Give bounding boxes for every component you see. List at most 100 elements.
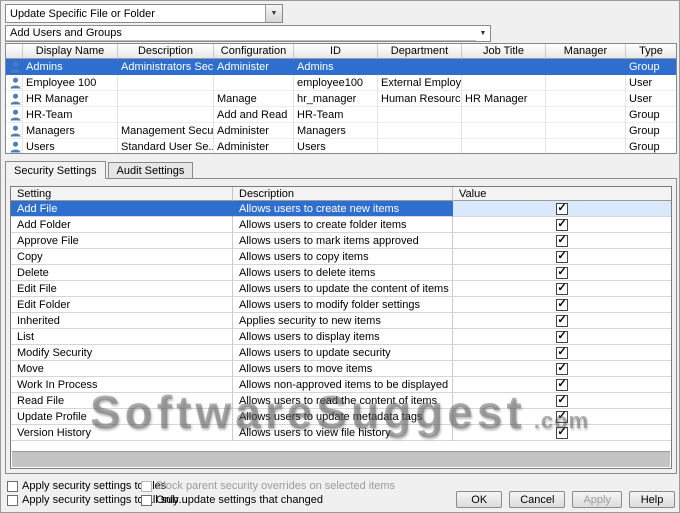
column-header-setting[interactable]: Setting — [11, 187, 233, 201]
cell-job-title — [462, 59, 546, 75]
user-row[interactable]: Employee 100 employee100 External Employ… — [6, 75, 676, 91]
cell-id: employee100 — [294, 75, 378, 91]
user-row[interactable]: Managers Management Secu... Administer M… — [6, 123, 676, 139]
cell-description: Allows users to modify folder settings — [233, 297, 453, 313]
cell-description: Allows users to update the content of it… — [233, 281, 453, 297]
cell-description: Applies security to new items — [233, 313, 453, 329]
tab-security-settings[interactable]: Security Settings — [5, 161, 106, 179]
setting-row[interactable]: Add File Allows users to create new item… — [11, 201, 671, 217]
checkbox-box — [7, 480, 18, 492]
value-checkbox[interactable] — [556, 362, 568, 375]
cell-setting: Copy — [11, 249, 233, 265]
cell-display-name: Managers — [23, 123, 118, 139]
value-checkbox[interactable] — [556, 410, 568, 423]
value-checkbox[interactable] — [556, 394, 568, 407]
cell-setting: Update Profile — [11, 409, 233, 425]
value-checkbox[interactable] — [556, 266, 568, 279]
cell-description: Allows users to update metadata tags — [233, 409, 453, 425]
value-checkbox[interactable] — [556, 346, 568, 359]
cell-setting: Work In Process — [11, 377, 233, 393]
only-update-changed-settings-checkbox[interactable]: Only update settings that changed — [141, 494, 323, 506]
ok-button[interactable]: OK — [456, 491, 503, 508]
setting-row[interactable]: Update Profile Allows users to update me… — [11, 409, 671, 425]
value-checkbox[interactable] — [556, 202, 568, 215]
setting-row[interactable]: Copy Allows users to copy items — [11, 249, 671, 265]
column-header-type[interactable]: Type — [626, 44, 676, 59]
column-header-configuration[interactable]: Configuration — [214, 44, 294, 59]
column-header-description[interactable]: Description — [233, 187, 453, 201]
cell-job-title: HR Manager — [462, 91, 546, 107]
setting-row[interactable]: Modify Security Allows users to update s… — [11, 345, 671, 361]
value-checkbox[interactable] — [556, 218, 568, 231]
chevron-down-icon[interactable]: ▼ — [476, 30, 490, 37]
cell-value — [453, 297, 671, 313]
help-button[interactable]: Help — [629, 491, 675, 508]
tab-audit-settings[interactable]: Audit Settings — [107, 162, 194, 178]
setting-row[interactable]: Version History Allows users to view fil… — [11, 425, 671, 441]
apply-button: Apply — [572, 491, 622, 508]
setting-row[interactable]: Read File Allows users to read the conte… — [11, 393, 671, 409]
chevron-down-icon[interactable]: ▼ — [265, 5, 282, 22]
cell-value — [453, 345, 671, 361]
cell-department: External Employee — [378, 75, 462, 91]
security-settings-panel: Setting Description Value Add File Allow… — [5, 178, 677, 474]
cell-manager — [546, 139, 626, 153]
column-header-manager[interactable]: Manager — [546, 44, 626, 59]
setting-row[interactable]: Work In Process Allows non-approved item… — [11, 377, 671, 393]
user-group-icon — [6, 107, 23, 123]
cell-setting: Delete — [11, 265, 233, 281]
column-header-job-title[interactable]: Job Title — [462, 44, 546, 59]
setting-row[interactable]: Edit Folder Allows users to modify folde… — [11, 297, 671, 313]
cell-description: Allows users to view file history — [233, 425, 453, 441]
setting-row[interactable]: Move Allows users to move items — [11, 361, 671, 377]
setting-row[interactable]: Approve File Allows users to mark items … — [11, 233, 671, 249]
user-group-icon — [6, 75, 23, 91]
cell-job-title — [462, 123, 546, 139]
user-row[interactable]: Admins Administrators Sec... Administer … — [6, 59, 676, 75]
footer: Apply security settings to files Block p… — [1, 477, 679, 512]
setting-row[interactable]: Inherited Applies security to new items — [11, 313, 671, 329]
setting-row[interactable]: Delete Allows users to delete items — [11, 265, 671, 281]
cell-value — [453, 265, 671, 281]
setting-row[interactable]: Add Folder Allows users to create folder… — [11, 217, 671, 233]
value-checkbox[interactable] — [556, 282, 568, 295]
settings-table: Setting Description Value Add File Allow… — [10, 186, 672, 469]
cell-setting: Edit File — [11, 281, 233, 297]
column-header-blank — [6, 44, 23, 59]
setting-row[interactable]: Edit File Allows users to update the con… — [11, 281, 671, 297]
tab-strip: Security Settings Audit Settings — [5, 160, 195, 179]
cell-display-name: HR-Team — [23, 107, 118, 123]
user-row[interactable]: HR Manager Manage hr_manager Human Resou… — [6, 91, 676, 107]
value-checkbox[interactable] — [556, 234, 568, 247]
horizontal-scrollbar[interactable] — [12, 451, 670, 467]
cell-setting: Modify Security — [11, 345, 233, 361]
value-checkbox[interactable] — [556, 378, 568, 391]
column-header-department[interactable]: Department — [378, 44, 462, 59]
cell-setting: Edit Folder — [11, 297, 233, 313]
setting-row[interactable]: List Allows users to display items — [11, 329, 671, 345]
cell-description: Allows users to create new items — [233, 201, 453, 217]
cell-description: Allows users to create folder items — [233, 217, 453, 233]
value-checkbox[interactable] — [556, 298, 568, 311]
column-header-display-name[interactable]: Display Name — [23, 44, 118, 59]
value-checkbox[interactable] — [556, 330, 568, 343]
user-row[interactable]: HR-Team Add and Read HR-Team Group — [6, 107, 676, 123]
user-row[interactable]: Users Standard User Se... Administer Use… — [6, 139, 676, 153]
cell-department — [378, 123, 462, 139]
cell-description: Allows users to update security — [233, 345, 453, 361]
add-users-combobox[interactable]: Add Users and Groups ▼ — [5, 25, 491, 42]
column-header-description[interactable]: Description — [118, 44, 214, 59]
value-checkbox[interactable] — [556, 314, 568, 327]
value-checkbox[interactable] — [556, 426, 568, 439]
column-header-value[interactable]: Value — [453, 187, 671, 201]
cell-department — [378, 139, 462, 153]
column-header-id[interactable]: ID — [294, 44, 378, 59]
cancel-button[interactable]: Cancel — [509, 491, 566, 508]
users-table-body: Admins Administrators Sec... Administer … — [6, 59, 676, 153]
cell-configuration — [214, 75, 294, 91]
cell-manager — [546, 107, 626, 123]
value-checkbox[interactable] — [556, 250, 568, 263]
update-mode-combobox[interactable]: Update Specific File or Folder ▼ — [5, 4, 283, 23]
cell-setting: Read File — [11, 393, 233, 409]
cell-description — [118, 91, 214, 107]
